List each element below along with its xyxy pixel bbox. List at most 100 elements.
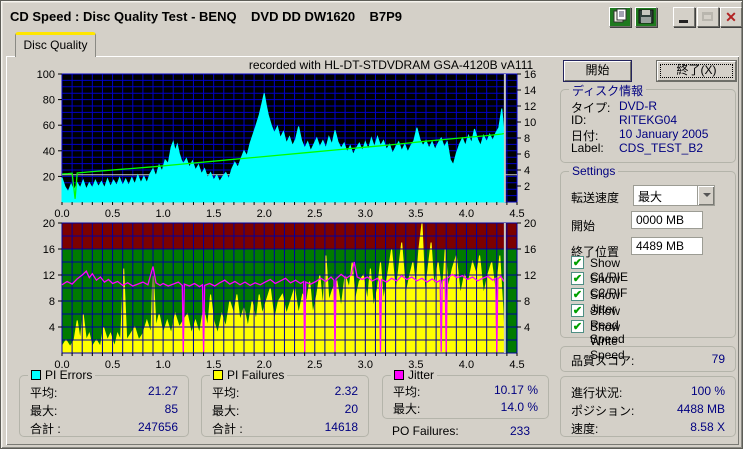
pi-errors-legend: PI Errors <box>28 368 96 382</box>
checkbox-checked-icon: ✔ <box>571 272 584 285</box>
svg-text:2.5: 2.5 <box>307 359 322 368</box>
svg-text:4.5: 4.5 <box>509 359 524 368</box>
disc-info-row: ID: RITEKG04 <box>571 113 725 127</box>
stat-label: 平均: <box>30 386 58 400</box>
svg-text:100: 100 <box>37 69 55 81</box>
svg-text:16: 16 <box>43 244 55 256</box>
report-icon-glyph <box>613 8 627 23</box>
stat-value: 14.0 % <box>500 400 538 414</box>
stat-row: 平均: 2.32 <box>212 384 358 401</box>
progress-label: 進行状況: <box>571 386 623 400</box>
report-icon[interactable] <box>609 7 631 27</box>
stat-value: 21.27 <box>147 384 178 398</box>
svg-text:14: 14 <box>524 85 536 97</box>
checkbox-checked-icon: ✔ <box>571 304 584 317</box>
svg-text:8: 8 <box>524 296 530 308</box>
disc-info-value: RITEKG04 <box>619 113 678 127</box>
stat-label: 平均: <box>393 385 421 399</box>
stat-value: 247656 <box>137 420 178 434</box>
chevron-down-icon <box>703 193 711 201</box>
app-window: CD Speed : Disc Quality Test - BENQ DVD … <box>0 0 743 449</box>
stat-value: 85 <box>164 402 178 416</box>
stat-row: 合計 : 247656 <box>30 420 178 437</box>
settings-group: Settings 転送速度 最大 開始 0000 MB 終了位置 4489 MB… <box>560 164 736 362</box>
jitter-legend: Jitter <box>391 368 438 382</box>
stat-label: 合計 : <box>30 422 61 436</box>
stat-label: 平均: <box>212 386 240 400</box>
save-icon[interactable] <box>635 7 657 27</box>
svg-text:0.0: 0.0 <box>54 359 69 368</box>
quality-score-group: 品質スコア: 79 <box>560 346 736 372</box>
svg-text:12: 12 <box>524 270 536 282</box>
pi-errors-title: PI Errors <box>45 368 93 382</box>
stat-value: 14618 <box>324 420 358 434</box>
pi-errors-group: PI Errors 平均: 21.27 最大: 85 合計 : 247656 <box>19 368 189 437</box>
stat-row: 平均: 10.17 % <box>393 383 538 400</box>
svg-text:8: 8 <box>524 133 530 145</box>
tab-disc-quality[interactable]: Disc Quality <box>15 32 96 57</box>
stat-row: 平均: 21.27 <box>30 384 178 401</box>
speed-select[interactable]: 最大 <box>633 185 715 206</box>
close-icon: ✕ <box>725 9 737 25</box>
start-pos-field[interactable]: 0000 MB <box>631 211 703 229</box>
svg-text:0.5: 0.5 <box>105 359 120 368</box>
po-failures-value: 233 <box>509 424 530 438</box>
stat-row: 最大: 20 <box>212 402 358 419</box>
pi-failures-group: PI Failures 平均: 2.32 最大: 20 合計 : 14618 <box>201 368 369 437</box>
start-button[interactable]: 開始 <box>564 61 631 81</box>
stat-row: 合計 : 14618 <box>212 420 358 437</box>
svg-text:4: 4 <box>49 322 55 334</box>
save-icon-glyph <box>638 9 654 24</box>
progress-row: 速度: 8.58 X <box>571 420 725 437</box>
svg-text:2: 2 <box>524 181 530 193</box>
maximize-icon <box>702 12 713 21</box>
svg-text:3.0: 3.0 <box>358 359 373 368</box>
svg-text:12: 12 <box>524 101 536 113</box>
start-button-label: 開始 <box>585 63 610 77</box>
stat-value: 10.17 % <box>493 383 538 397</box>
window-title: CD Speed : Disc Quality Test - BENQ DVD … <box>10 9 403 24</box>
minimize-button[interactable] <box>673 7 695 27</box>
pi-failures-swatch-icon <box>213 370 223 380</box>
disc-info-label: Label: <box>571 141 604 155</box>
progress-row: ポジション: 4488 MB <box>571 402 725 419</box>
tab-label: Disc Quality <box>23 38 88 52</box>
disc-info-group: ディスク情報 タイプ: DVD-R ID: RITEKG04 日付: 10 Janua… <box>560 82 736 163</box>
stat-row: 最大: 14.0 % <box>393 400 538 417</box>
speed-select-value: 最大 <box>638 190 663 204</box>
stat-row: 最大: 85 <box>30 402 178 419</box>
maximize-button[interactable] <box>697 7 719 27</box>
jitter-swatch-icon <box>394 370 404 380</box>
checkbox-checked-icon: ✔ <box>571 288 584 301</box>
svg-text:20: 20 <box>524 218 536 230</box>
stat-label: 合計 : <box>212 422 243 436</box>
disc-info-value: DVD-R <box>619 99 657 113</box>
exit-button[interactable]: 終了(X) <box>657 61 736 81</box>
quality-score-label: 品質スコア: <box>571 354 635 368</box>
checkbox-checked-icon: ✔ <box>571 320 584 333</box>
quality-score-row: 品質スコア: 79 <box>571 352 725 369</box>
progress-value: 8.58 X <box>690 420 725 434</box>
pi-errors-chart: 100806040201614121086420.0 0.5 1.0 1.5 2.0 2.… <box>37 69 537 218</box>
svg-text:8: 8 <box>49 296 55 308</box>
minimize-icon <box>679 20 688 23</box>
po-failures-label: PO Failures: <box>392 424 459 438</box>
checkbox-checked-icon: ✔ <box>571 256 584 269</box>
progress-value: 100 % <box>690 384 725 398</box>
svg-text:16: 16 <box>524 69 536 81</box>
svg-text:1.5: 1.5 <box>206 359 221 368</box>
stat-label: 最大: <box>212 404 240 418</box>
pi-failures-jitter-chart: 20 16 12 8 4 20 16 12 8 4 0.0 0.5 1.0 1.5 2.0 2.5 3.0 3.5… <box>43 218 537 368</box>
svg-text:3.5: 3.5 <box>408 359 423 368</box>
svg-text:12: 12 <box>43 270 55 282</box>
titlebar: CD Speed : Disc Quality Test - BENQ DVD … <box>4 4 742 28</box>
end-pos-field[interactable]: 4489 MB <box>631 237 703 255</box>
close-button[interactable]: ✕ <box>720 7 742 27</box>
disc-info-value: CDS_TEST_B2 <box>619 141 704 155</box>
progress-row: 進行状況: 100 % <box>571 384 725 401</box>
combo-dropdown-button[interactable] <box>697 186 714 205</box>
disc-info-row: Label: CDS_TEST_B2 <box>571 141 725 155</box>
svg-text:16: 16 <box>524 244 536 256</box>
svg-text:80: 80 <box>43 95 55 107</box>
svg-text:4: 4 <box>524 165 530 177</box>
